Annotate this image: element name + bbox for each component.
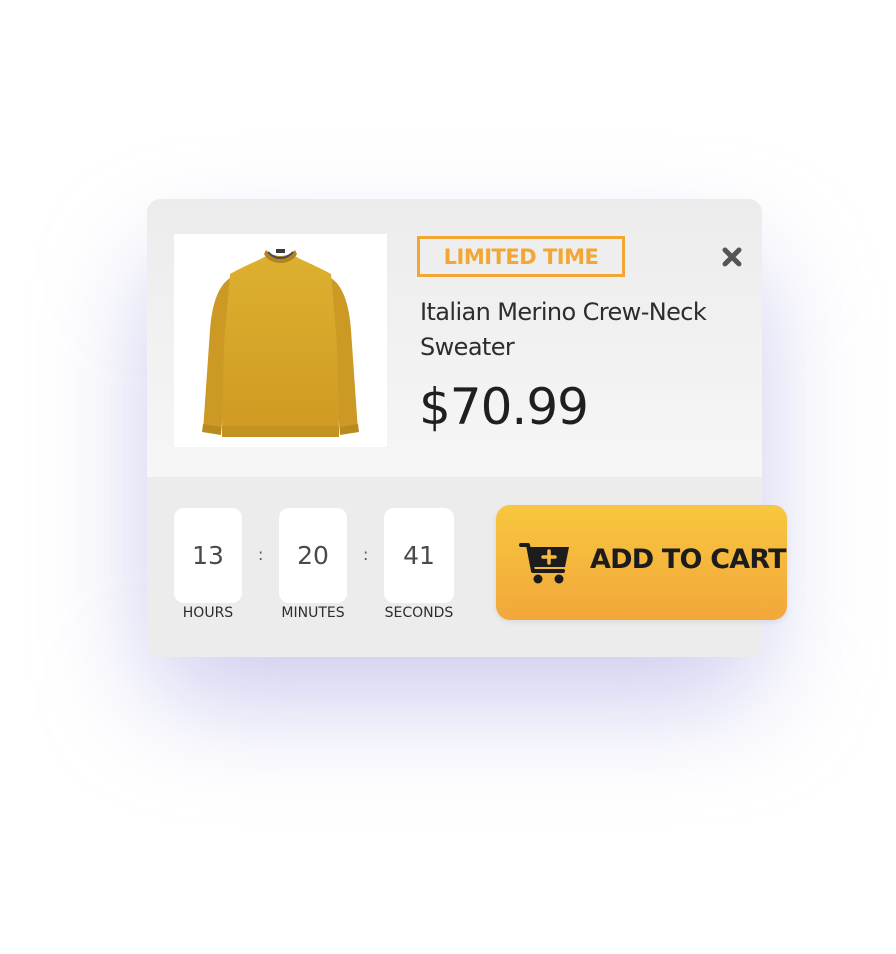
sweater-image (202, 249, 359, 437)
product-image (174, 234, 387, 447)
timer-separator: : (258, 545, 264, 564)
minutes-label: MINUTES (281, 605, 345, 621)
add-to-cart-button[interactable]: ADD TO CART (496, 505, 787, 620)
hours-label: HOURS (182, 605, 234, 621)
close-button[interactable] (717, 242, 747, 272)
add-to-cart-label: ADD TO CART (590, 544, 787, 575)
hours-value: 13 (174, 508, 242, 603)
limited-time-badge: LIMITED TIME (417, 236, 625, 277)
product-price: $70.99 (419, 378, 589, 436)
add-to-cart-icon (519, 541, 571, 589)
timer-separator: : (363, 545, 369, 564)
close-icon (722, 247, 742, 267)
seconds-value: 41 (384, 508, 454, 603)
seconds-label: SECONDS (384, 605, 454, 621)
product-title: Italian Merino Crew-Neck Sweater (420, 298, 707, 361)
minutes-value: 20 (279, 508, 347, 603)
